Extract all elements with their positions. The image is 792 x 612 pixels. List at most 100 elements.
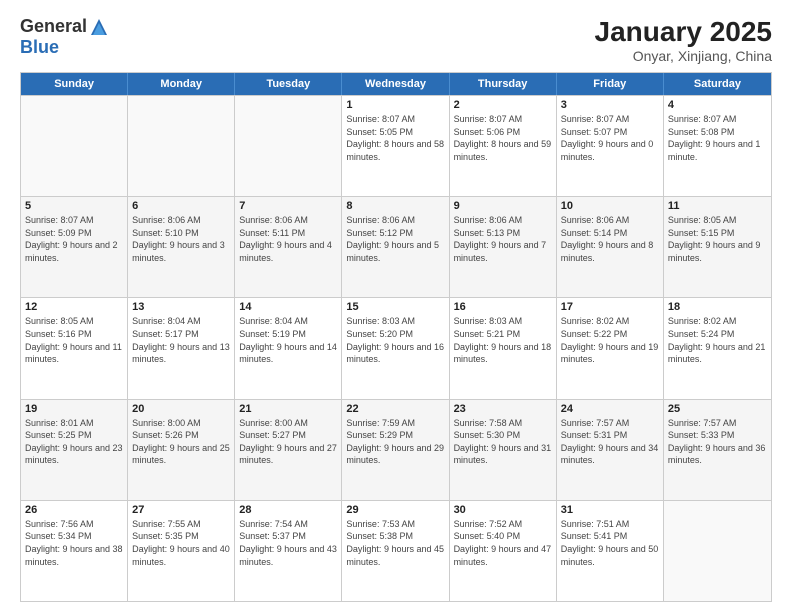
- cal-cell: 8 Sunrise: 8:06 AMSunset: 5:12 PMDaylight…: [342, 197, 449, 297]
- day-number: 9: [454, 200, 552, 212]
- cal-cell: 2Sunrise: 8:07 AMSunset: 5:06 PMDaylight…: [450, 96, 557, 196]
- day-header-friday: Friday: [557, 73, 664, 95]
- cal-cell: 26 Sunrise: 7:56 AMSunset: 5:34 PMDayligh…: [21, 501, 128, 601]
- day-number: 31: [561, 504, 659, 516]
- day-number: 12: [25, 301, 123, 313]
- day-info: Sunrise: 8:06 AMSunset: 5:12 PMDaylight:…: [346, 214, 444, 264]
- day-number: 6: [132, 200, 230, 212]
- day-number: 3: [561, 99, 659, 111]
- day-info: Sunrise: 8:01 AMSunset: 5:25 PMDaylight:…: [25, 417, 123, 467]
- day-info: Sunrise: 8:04 AMSunset: 5:19 PMDaylight:…: [239, 315, 337, 365]
- cal-cell: 28 Sunrise: 7:54 AMSunset: 5:37 PMDayligh…: [235, 501, 342, 601]
- day-info: Sunrise: 8:03 AMSunset: 5:20 PMDaylight:…: [346, 315, 444, 365]
- day-number: 20: [132, 403, 230, 415]
- day-info: Sunrise: 8:07 AMSunset: 5:06 PMDaylight:…: [454, 113, 552, 163]
- day-number: 14: [239, 301, 337, 313]
- day-number: 11: [668, 200, 767, 212]
- logo-icon: [89, 17, 109, 37]
- day-number: 24: [561, 403, 659, 415]
- day-number: 23: [454, 403, 552, 415]
- cal-cell: 13Sunrise: 8:04 AMSunset: 5:17 PMDayligh…: [128, 298, 235, 398]
- cal-cell: 16Sunrise: 8:03 AMSunset: 5:21 PMDayligh…: [450, 298, 557, 398]
- day-info: Sunrise: 8:07 AMSunset: 5:07 PMDaylight:…: [561, 113, 659, 163]
- day-info: Sunrise: 7:56 AMSunset: 5:34 PMDaylight:…: [25, 518, 123, 568]
- day-info: Sunrise: 8:07 AMSunset: 5:05 PMDaylight:…: [346, 113, 444, 163]
- day-header-tuesday: Tuesday: [235, 73, 342, 95]
- cal-cell: 21Sunrise: 8:00 AMSunset: 5:27 PMDayligh…: [235, 400, 342, 500]
- calendar-body: 1Sunrise: 8:07 AMSunset: 5:05 PMDaylight…: [21, 95, 771, 601]
- calendar: SundayMondayTuesdayWednesdayThursdayFrid…: [20, 72, 772, 602]
- day-header-wednesday: Wednesday: [342, 73, 449, 95]
- day-header-thursday: Thursday: [450, 73, 557, 95]
- cal-cell: 5 Sunrise: 8:07 AMSunset: 5:09 PMDaylight…: [21, 197, 128, 297]
- logo-general: General: [20, 16, 87, 37]
- day-info: Sunrise: 8:06 AMSunset: 5:10 PMDaylight:…: [132, 214, 230, 264]
- logo: General Blue: [20, 16, 109, 58]
- day-number: 15: [346, 301, 444, 313]
- day-info: Sunrise: 7:54 AMSunset: 5:37 PMDaylight:…: [239, 518, 337, 568]
- cal-cell: 31Sunrise: 7:51 AMSunset: 5:41 PMDayligh…: [557, 501, 664, 601]
- day-number: 26: [25, 504, 123, 516]
- cal-cell: 19 Sunrise: 8:01 AMSunset: 5:25 PMDayligh…: [21, 400, 128, 500]
- cal-cell: 20 Sunrise: 8:00 AMSunset: 5:26 PMDayligh…: [128, 400, 235, 500]
- cal-cell: 22 Sunrise: 7:59 AMSunset: 5:29 PMDayligh…: [342, 400, 449, 500]
- day-number: 28: [239, 504, 337, 516]
- day-info: Sunrise: 8:00 AMSunset: 5:26 PMDaylight:…: [132, 417, 230, 467]
- day-number: 27: [132, 504, 230, 516]
- day-info: Sunrise: 8:05 AMSunset: 5:16 PMDaylight:…: [25, 315, 123, 365]
- page-header: General Blue January 2025 Onyar, Xinjian…: [20, 16, 772, 64]
- calendar-page: General Blue January 2025 Onyar, Xinjian…: [0, 0, 792, 612]
- day-number: 8: [346, 200, 444, 212]
- day-info: Sunrise: 8:05 AMSunset: 5:15 PMDaylight:…: [668, 214, 767, 264]
- cal-cell: [21, 96, 128, 196]
- cal-cell: 30 Sunrise: 7:52 AMSunset: 5:40 PMDayligh…: [450, 501, 557, 601]
- day-number: 25: [668, 403, 767, 415]
- day-info: Sunrise: 8:06 AMSunset: 5:13 PMDaylight:…: [454, 214, 552, 264]
- day-header-sunday: Sunday: [21, 73, 128, 95]
- day-number: 29: [346, 504, 444, 516]
- week-row-4: 19 Sunrise: 8:01 AMSunset: 5:25 PMDayligh…: [21, 399, 771, 500]
- week-row-2: 5 Sunrise: 8:07 AMSunset: 5:09 PMDaylight…: [21, 196, 771, 297]
- day-info: Sunrise: 7:58 AMSunset: 5:30 PMDaylight:…: [454, 417, 552, 467]
- cal-cell: 12 Sunrise: 8:05 AMSunset: 5:16 PMDayligh…: [21, 298, 128, 398]
- day-number: 10: [561, 200, 659, 212]
- cal-cell: 23 Sunrise: 7:58 AMSunset: 5:30 PMDayligh…: [450, 400, 557, 500]
- cal-cell: [235, 96, 342, 196]
- day-info: Sunrise: 8:06 AMSunset: 5:11 PMDaylight:…: [239, 214, 337, 264]
- cal-cell: 9 Sunrise: 8:06 AMSunset: 5:13 PMDaylight…: [450, 197, 557, 297]
- day-info: Sunrise: 8:03 AMSunset: 5:21 PMDaylight:…: [454, 315, 552, 365]
- day-number: 18: [668, 301, 767, 313]
- day-number: 13: [132, 301, 230, 313]
- cal-cell: 3 Sunrise: 8:07 AMSunset: 5:07 PMDaylight…: [557, 96, 664, 196]
- day-info: Sunrise: 7:55 AMSunset: 5:35 PMDaylight:…: [132, 518, 230, 568]
- day-number: 30: [454, 504, 552, 516]
- title-block: January 2025 Onyar, Xinjiang, China: [595, 16, 772, 64]
- cal-cell: 4 Sunrise: 8:07 AMSunset: 5:08 PMDaylight…: [664, 96, 771, 196]
- day-number: 19: [25, 403, 123, 415]
- cal-cell: 15 Sunrise: 8:03 AMSunset: 5:20 PMDayligh…: [342, 298, 449, 398]
- day-info: Sunrise: 8:07 AMSunset: 5:09 PMDaylight:…: [25, 214, 123, 264]
- day-info: Sunrise: 8:02 AMSunset: 5:22 PMDaylight:…: [561, 315, 659, 365]
- logo-text: General: [20, 16, 109, 37]
- cal-cell: 25 Sunrise: 7:57 AMSunset: 5:33 PMDayligh…: [664, 400, 771, 500]
- cal-cell: 1Sunrise: 8:07 AMSunset: 5:05 PMDaylight…: [342, 96, 449, 196]
- day-info: Sunrise: 8:06 AMSunset: 5:14 PMDaylight:…: [561, 214, 659, 264]
- day-number: 22: [346, 403, 444, 415]
- cal-cell: 18Sunrise: 8:02 AMSunset: 5:24 PMDayligh…: [664, 298, 771, 398]
- calendar-title: January 2025: [595, 16, 772, 48]
- cal-cell: 27 Sunrise: 7:55 AMSunset: 5:35 PMDayligh…: [128, 501, 235, 601]
- cal-cell: [128, 96, 235, 196]
- day-info: Sunrise: 8:00 AMSunset: 5:27 PMDaylight:…: [239, 417, 337, 467]
- day-info: Sunrise: 7:57 AMSunset: 5:33 PMDaylight:…: [668, 417, 767, 467]
- day-header-saturday: Saturday: [664, 73, 771, 95]
- cal-cell: 14 Sunrise: 8:04 AMSunset: 5:19 PMDayligh…: [235, 298, 342, 398]
- day-number: 4: [668, 99, 767, 111]
- week-row-3: 12 Sunrise: 8:05 AMSunset: 5:16 PMDayligh…: [21, 297, 771, 398]
- day-info: Sunrise: 7:59 AMSunset: 5:29 PMDaylight:…: [346, 417, 444, 467]
- logo-blue: Blue: [20, 37, 59, 58]
- day-number: 5: [25, 200, 123, 212]
- day-info: Sunrise: 7:52 AMSunset: 5:40 PMDaylight:…: [454, 518, 552, 568]
- cal-cell: 24Sunrise: 7:57 AMSunset: 5:31 PMDayligh…: [557, 400, 664, 500]
- day-info: Sunrise: 8:07 AMSunset: 5:08 PMDaylight:…: [668, 113, 767, 163]
- calendar-subtitle: Onyar, Xinjiang, China: [595, 48, 772, 64]
